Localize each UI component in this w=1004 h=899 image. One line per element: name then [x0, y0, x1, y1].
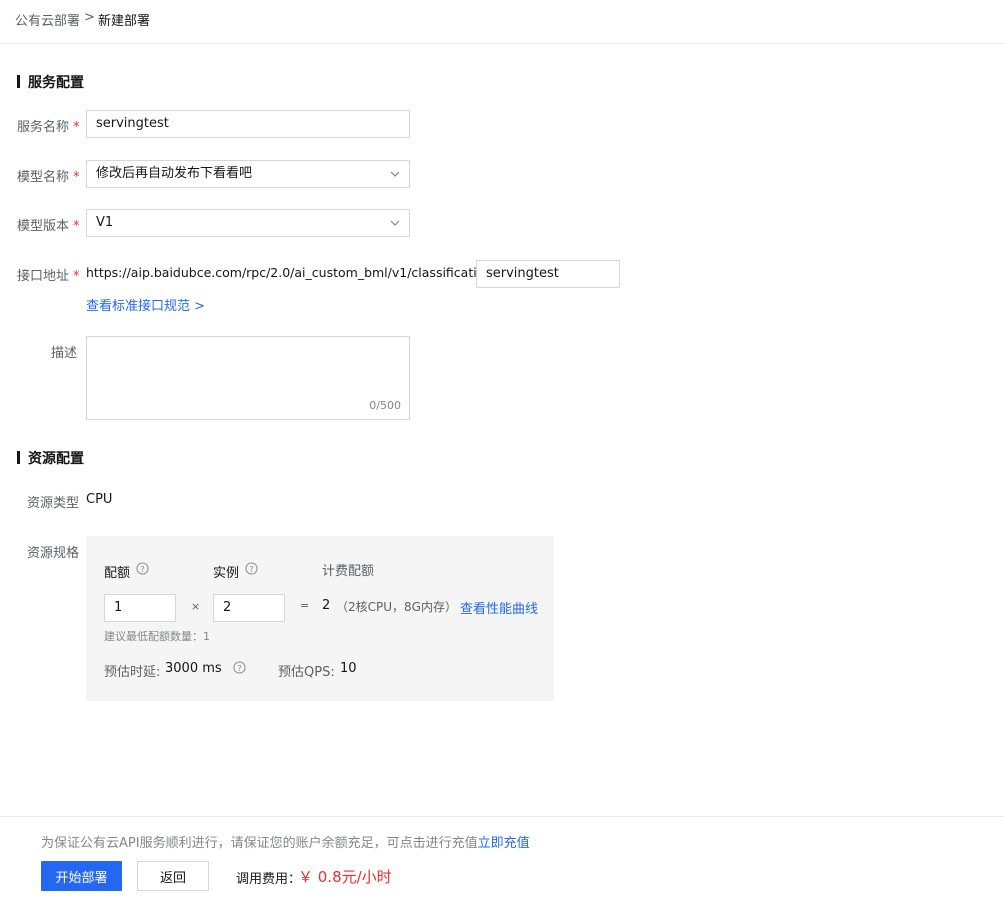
qps-value: 10	[340, 661, 357, 676]
service-name-label: 服务名称 *	[17, 120, 80, 135]
quota-hint: 建议最低配额数量：1	[104, 630, 210, 643]
description-textarea[interactable]: 0/500	[86, 336, 410, 420]
required-mark: *	[73, 120, 80, 135]
svg-text:?: ?	[140, 564, 144, 574]
instance-input[interactable]: 2	[213, 594, 285, 622]
top-bar: 公有云部署 > 新建部署	[0, 0, 1004, 44]
description-label: 描述	[51, 346, 78, 361]
resource-type-value: CPU	[86, 492, 113, 507]
balance-notice-text: 为保证公有云API服务顺利进行，请保证您的账户余额充足，可点击进行充值	[41, 836, 478, 851]
billing-quota-value: 2	[322, 598, 331, 613]
service-name-input[interactable]: servingtest	[86, 110, 410, 138]
breadcrumb-separator-icon: >	[84, 10, 95, 25]
equals-sign: =	[300, 599, 310, 612]
api-address-prefix: https://aip.baidubce.com/rpc/2.0/ai_cust…	[86, 265, 497, 280]
required-mark: *	[73, 269, 80, 284]
latency-value: 3000 ms	[165, 661, 222, 676]
times-sign: ×	[191, 600, 201, 613]
quota-label: 配额	[104, 566, 131, 581]
quota-help-icon[interactable]: ?	[136, 562, 149, 575]
call-fee-label: 调用费用：	[236, 872, 302, 887]
instance-label: 实例	[213, 566, 240, 581]
model-name-label: 模型名称 *	[17, 170, 80, 185]
resource-section-title: 资源配置	[17, 448, 84, 468]
api-address-suffix-input[interactable]: servingtest	[476, 260, 620, 288]
chevron-down-icon	[390, 171, 400, 177]
model-version-select[interactable]: V1	[86, 209, 410, 237]
billing-quota-label: 计费配额	[322, 564, 375, 579]
chevron-down-icon	[390, 220, 400, 226]
footer-bar: 为保证公有云API服务顺利进行，请保证您的账户余额充足，可点击进行充值立即充值 …	[0, 816, 1004, 899]
model-name-select[interactable]: 修改后再自动发布下看看吧	[86, 160, 410, 188]
svg-text:?: ?	[237, 663, 241, 673]
balance-notice: 为保证公有云API服务顺利进行，请保证您的账户余额充足，可点击进行充值立即充值	[41, 832, 530, 851]
instance-help-icon[interactable]: ?	[245, 562, 258, 575]
latency-label: 预估时延:	[104, 665, 161, 680]
description-counter: 0/500	[369, 399, 401, 412]
svg-text:?: ?	[249, 564, 253, 574]
breadcrumb-parent[interactable]: 公有云部署	[15, 10, 80, 29]
back-button[interactable]: 返回	[137, 861, 209, 891]
performance-curve-link[interactable]: 查看性能曲线	[460, 598, 538, 617]
api-spec-link[interactable]: 查看标准接口规范 >	[86, 295, 205, 314]
resource-spec-label: 资源规格	[27, 546, 80, 561]
required-mark: *	[73, 170, 80, 185]
model-version-value: V1	[96, 215, 114, 230]
required-mark: *	[73, 219, 80, 234]
model-version-label: 模型版本 *	[17, 219, 80, 234]
latency-help-icon[interactable]: ?	[233, 661, 246, 674]
call-fee-value: ￥ 0.8元/小时	[298, 868, 392, 886]
billing-detail: （2核CPU，8G内存）	[336, 600, 457, 614]
quota-input[interactable]: 1	[104, 594, 176, 622]
api-address-label: 接口地址 *	[17, 269, 80, 284]
recharge-link[interactable]: 立即充值	[478, 836, 530, 851]
breadcrumb-current: 新建部署	[98, 14, 151, 29]
resource-spec-panel: 配额 ? 实例 ? 计费配额 1 × 2 = 2 （2核CPU，8G内存） 查看…	[86, 536, 554, 701]
start-deploy-button[interactable]: 开始部署	[41, 861, 122, 891]
resource-type-label: 资源类型	[27, 496, 80, 511]
service-section-title: 服务配置	[17, 72, 84, 92]
model-name-value: 修改后再自动发布下看看吧	[96, 166, 253, 181]
qps-label: 预估QPS:	[278, 665, 335, 680]
